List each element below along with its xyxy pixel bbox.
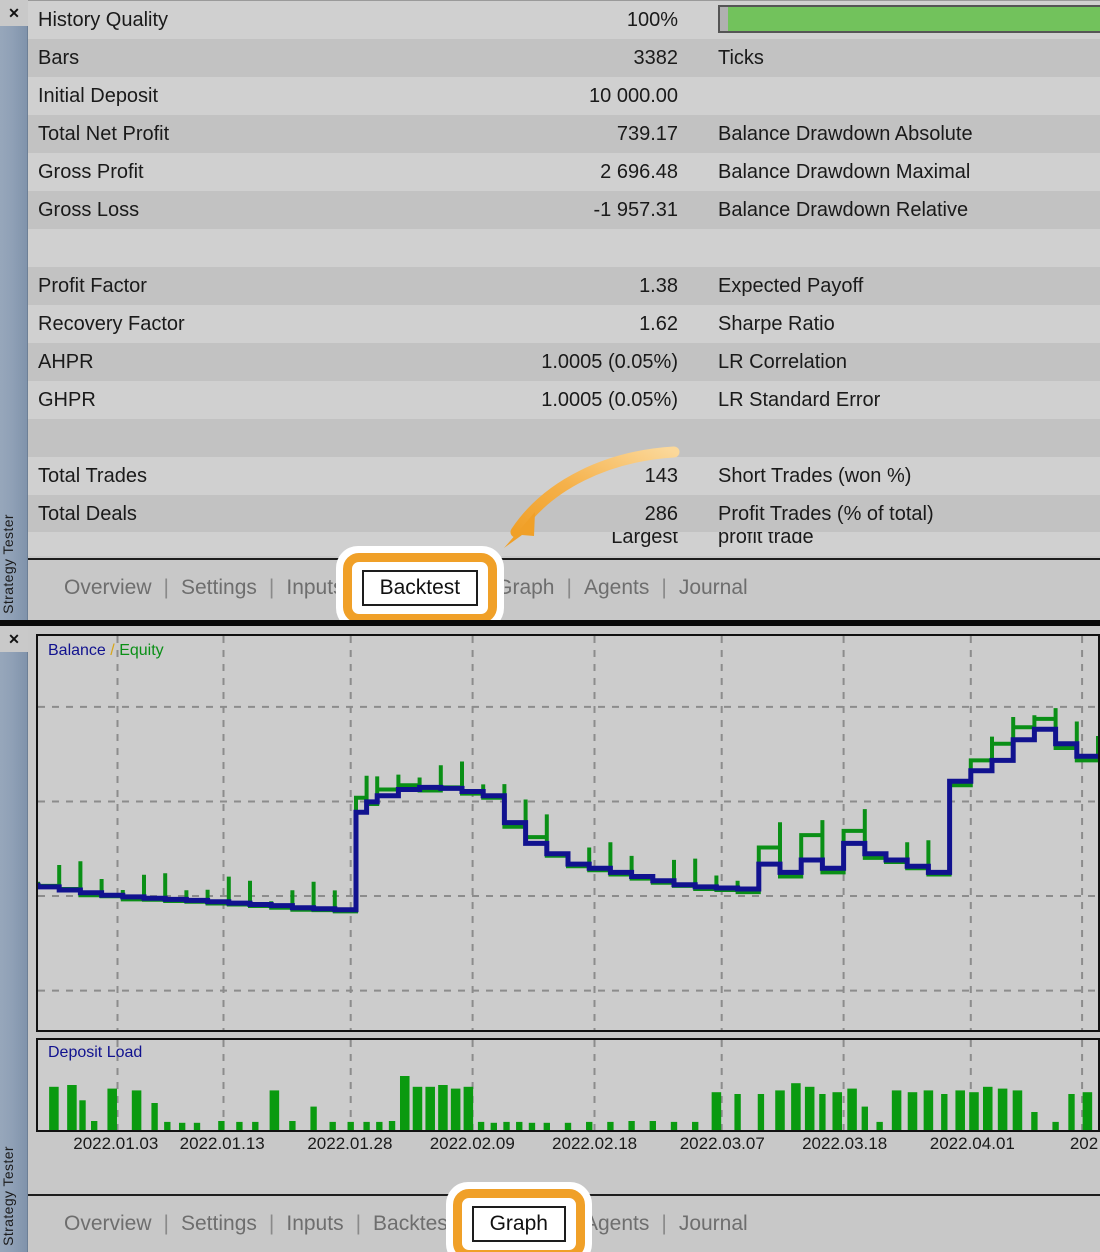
tab-inputs[interactable]: Inputs [274, 1212, 355, 1236]
table-row[interactable]: GHPR1.0005 (0.05%)LR Standard Error [28, 381, 1100, 419]
table-row[interactable]: Gross Profit2 696.48Balance Drawdown Max… [28, 153, 1100, 191]
row-secondary-value [718, 495, 1088, 533]
sidebar-label-strategy-tester: Strategy Tester [0, 514, 28, 614]
row-secondary-value [718, 457, 1088, 495]
table-row[interactable]: History Quality100% [28, 1, 1100, 39]
highlight-ring: Backtest [356, 570, 485, 606]
strategy-tester-graph-panel: ✕ Strategy Tester Balance / Equity Depos… [0, 626, 1100, 1252]
row-metric-value: 143 [28, 457, 678, 495]
x-axis-tick-label: 2022.02.09 [430, 1134, 515, 1154]
table-row[interactable] [28, 229, 1100, 267]
table-row[interactable]: Initial Deposit10 000.00 [28, 77, 1100, 115]
table-row[interactable]: Bars3382Ticks [28, 39, 1100, 77]
table-row[interactable]: Gross Loss-1 957.31Balance Drawdown Rela… [28, 191, 1100, 229]
legend-balance: Balance [48, 642, 106, 659]
tab-settings[interactable]: Settings [169, 1212, 269, 1236]
table-row[interactable]: Total Trades143Short Trades (won %) [28, 457, 1100, 495]
x-axis-tick-label: 2022.03.18 [802, 1134, 887, 1154]
tab-journal[interactable]: Journal [667, 576, 760, 600]
graph-tab-bar: Overview|Settings|Inputs|BacktestGraphAg… [28, 1194, 1100, 1252]
x-axis-tick-label: 202 [1070, 1134, 1098, 1154]
row-metric-value: 1.38 [28, 267, 678, 305]
row-metric-value: 1.0005 (0.05%) [28, 381, 678, 419]
close-icon[interactable]: ✕ [0, 626, 28, 652]
tab-agents[interactable]: Agents [572, 576, 661, 600]
row-metric-value: 10 000.00 [28, 77, 678, 115]
row-secondary-value [718, 267, 1088, 305]
table-row[interactable]: Recovery Factor1.62Sharpe Ratio [28, 305, 1100, 343]
sidebar-label-strategy-tester: Strategy Tester [0, 1146, 28, 1246]
backtest-report-clipped-row: Largest profit trade [28, 532, 1100, 556]
row-metric-value: 1.0005 (0.05%) [28, 343, 678, 381]
row-secondary-value [718, 419, 1088, 457]
row-secondary-value [718, 39, 1088, 77]
backtest-tab-bar: Overview|Settings|InputsBacktestGraph|Ag… [28, 558, 1100, 616]
row-secondary-value [718, 305, 1088, 343]
highlight-ring: Graph [466, 1206, 572, 1242]
tab-backtest[interactable]: Backtest [362, 570, 479, 606]
legend-separator: / [110, 642, 114, 659]
x-axis-tick-label: 2022.01.28 [307, 1134, 392, 1154]
history-quality-bar-fill [728, 7, 1100, 31]
tab-graph[interactable]: Graph [472, 1206, 566, 1242]
plot-svg [38, 636, 1098, 1030]
x-axis-tick-label: 2022.03.07 [680, 1134, 765, 1154]
tab-journal[interactable]: Journal [667, 1212, 760, 1236]
tab-overview[interactable]: Overview [52, 576, 164, 600]
history-quality-bar [718, 5, 1100, 33]
row-secondary-value [718, 77, 1088, 115]
row-metric-value: 739.17 [28, 115, 678, 153]
row-secondary-value [718, 381, 1088, 419]
deposit-load-label: Deposit Load [48, 1044, 142, 1062]
strategy-tester-backtest-panel: ✕ Strategy Tester History Quality100%Bar… [0, 0, 1100, 620]
row-secondary-value [718, 115, 1088, 153]
backtest-panel-sidebar: ✕ Strategy Tester [0, 0, 28, 620]
table-row[interactable] [28, 419, 1100, 457]
chart-x-axis: 2022.01.03 2022.01.13 2022.01.28 2022.02.09… [36, 1132, 1100, 1164]
table-row[interactable]: Profit Factor1.38Expected Payoff [28, 267, 1100, 305]
row-secondary-value [718, 343, 1088, 381]
x-axis-tick-label: 2022.04.01 [930, 1134, 1015, 1154]
graph-panel-sidebar: ✕ Strategy Tester [0, 626, 28, 1252]
row-metric-value: 286 [28, 495, 678, 533]
table-row[interactable]: Total Net Profit739.17Balance Drawdown A… [28, 115, 1100, 153]
deposit-load-panel: Deposit Load [36, 1038, 1100, 1132]
row-metric-value: 100% [28, 1, 678, 39]
table-row[interactable]: Total Deals286Profit Trades (% of total) [28, 495, 1100, 533]
row-metric-value: 2 696.48 [28, 153, 678, 191]
legend-equity: Equity [119, 642, 163, 659]
balance-equity-chart: Balance / Equity Deposit Load 2022.01.03… [36, 634, 1100, 1186]
row-metric-value: 1.62 [28, 305, 678, 343]
x-axis-tick-label: 2022.02.18 [552, 1134, 637, 1154]
backtest-report-table: History Quality100%Bars3382TicksInitial … [28, 0, 1100, 560]
tab-overview[interactable]: Overview [52, 1212, 164, 1236]
tab-settings[interactable]: Settings [169, 576, 269, 600]
row-secondary-value [718, 229, 1088, 267]
row-metric-value: -1 957.31 [28, 191, 678, 229]
close-icon[interactable]: ✕ [0, 0, 28, 26]
table-row[interactable]: AHPR1.0005 (0.05%)LR Correlation [28, 343, 1100, 381]
clipped-row-right-text: profit trade [718, 532, 814, 556]
chart-legend: Balance / Equity [48, 642, 164, 660]
balance-equity-plot-area: Balance / Equity [36, 634, 1100, 1032]
x-axis-tick-label: 2022.01.13 [180, 1134, 265, 1154]
row-metric-value [28, 229, 678, 267]
row-secondary-value [718, 191, 1088, 229]
row-metric-value: 3382 [28, 39, 678, 77]
deposit-load-svg [38, 1040, 1098, 1130]
row-metric-value [28, 419, 678, 457]
x-axis-tick-label: 2022.01.03 [73, 1134, 158, 1154]
row-secondary-value [718, 153, 1088, 191]
